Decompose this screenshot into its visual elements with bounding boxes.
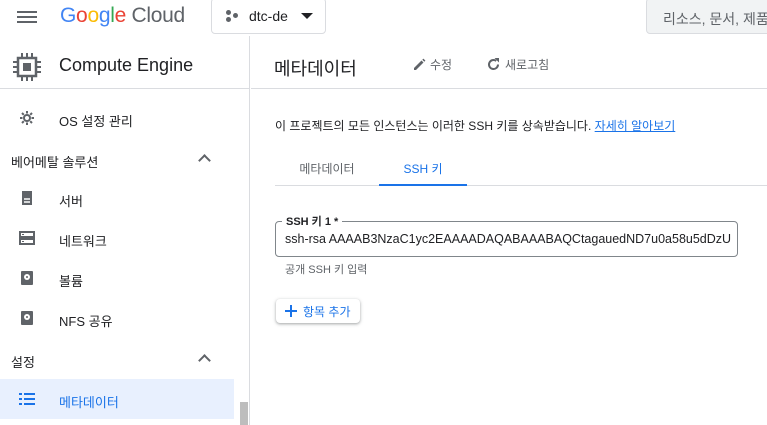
section-settings[interactable]: 설정 <box>0 342 234 378</box>
product-header: Compute Engine <box>0 36 249 89</box>
sidebar-item-os-config[interactable]: OS 설정 관리 <box>0 98 234 138</box>
volume-icon <box>21 271 33 285</box>
nfs-share-icon <box>21 311 33 325</box>
description-body: 이 프로젝트의 모든 인스턴스는 이러한 SSH 키를 상속받습니다. <box>275 119 592 133</box>
google-cloud-logo[interactable]: Google Cloud <box>60 4 185 28</box>
edit-button[interactable]: 수정 <box>413 56 452 73</box>
ssh-key-helper-text: 공개 SSH 키 입력 <box>285 264 368 276</box>
sidebar-item-label: NFS 공유 <box>59 314 113 329</box>
ssh-key-input[interactable]: ssh-rsa AAAAB3NzaC1yc2EAAAADAQABAAABAQCt… <box>285 232 731 246</box>
tab-ssh-keys[interactable]: SSH 키 <box>379 148 467 186</box>
refresh-label: 새로고침 <box>505 58 550 72</box>
sidebar-item-volumes[interactable]: 볼륨 <box>0 258 234 298</box>
server-icon <box>22 191 32 205</box>
project-icon <box>226 9 240 23</box>
metadata-list-icon <box>19 393 35 405</box>
sidebar-item-label: 네트워크 <box>59 234 107 249</box>
learn-more-link[interactable]: 자세히 알아보기 <box>595 119 676 133</box>
search-input[interactable]: 리소스, 문서, 제품 <box>646 0 767 34</box>
edit-label: 수정 <box>430 58 453 72</box>
description-text: 이 프로젝트의 모든 인스턴스는 이러한 SSH 키를 상속받습니다. 자세히 … <box>275 117 675 134</box>
pencil-icon <box>414 58 426 70</box>
logo-suffix: Cloud <box>131 4 186 27</box>
sidebar-item-metadata[interactable]: 메타데이터 <box>0 379 234 419</box>
sidebar: Compute Engine OS 설정 관리 베어메탈 솔루션 서버 네트워크… <box>0 36 250 425</box>
dropdown-caret-icon <box>300 13 313 19</box>
add-item-button[interactable]: 항목 추가 <box>276 299 360 323</box>
sidebar-item-label: OS 설정 관리 <box>59 114 133 129</box>
main-content: 메타데이터 수정 새로고침 이 프로젝트의 모든 인스턴스는 이러한 SSH 키… <box>251 36 767 425</box>
section-label: 베어메탈 솔루션 <box>11 155 99 170</box>
sidebar-item-nfs-share[interactable]: NFS 공유 <box>0 298 234 338</box>
refresh-button[interactable]: 새로고침 <box>486 56 549 73</box>
sidebar-item-servers[interactable]: 서버 <box>0 178 234 218</box>
chevron-up-icon <box>198 354 211 367</box>
page-header: 메타데이터 수정 새로고침 <box>251 36 767 89</box>
tab-metadata[interactable]: 메타데이터 <box>275 148 379 186</box>
sidebar-item-network[interactable]: 네트워크 <box>0 218 234 258</box>
product-title: Compute Engine <box>59 55 194 75</box>
add-item-label: 항목 추가 <box>303 304 351 319</box>
ssh-key-field-label: SSH 키 1 * <box>282 213 343 229</box>
network-icon <box>19 231 35 245</box>
sidebar-item-label: 볼륨 <box>59 274 83 289</box>
gear-icon <box>20 111 34 125</box>
project-selector[interactable]: dtc-de <box>211 0 326 34</box>
hamburger-menu-icon[interactable] <box>17 8 39 28</box>
section-bare-metal[interactable]: 베어메탈 솔루션 <box>0 142 234 178</box>
sidebar-item-label: 메타데이터 <box>59 395 119 410</box>
compute-engine-chip-icon <box>13 53 41 81</box>
project-name: dtc-de <box>249 8 288 24</box>
section-label: 설정 <box>11 355 35 370</box>
plus-icon <box>285 305 297 317</box>
sidebar-item-label: 서버 <box>59 194 83 209</box>
sidebar-scrollbar[interactable] <box>240 402 248 425</box>
top-bar: Google Cloud dtc-de 리소스, 문서, 제품 <box>0 0 767 36</box>
tab-bar: 메타데이터 SSH 키 <box>275 148 767 186</box>
refresh-icon <box>488 58 499 70</box>
page-title: 메타데이터 <box>274 59 357 79</box>
ssh-key-field[interactable]: SSH 키 1 * ssh-rsa AAAAB3NzaC1yc2EAAAADAQ… <box>275 213 738 257</box>
chevron-up-icon <box>198 154 211 167</box>
